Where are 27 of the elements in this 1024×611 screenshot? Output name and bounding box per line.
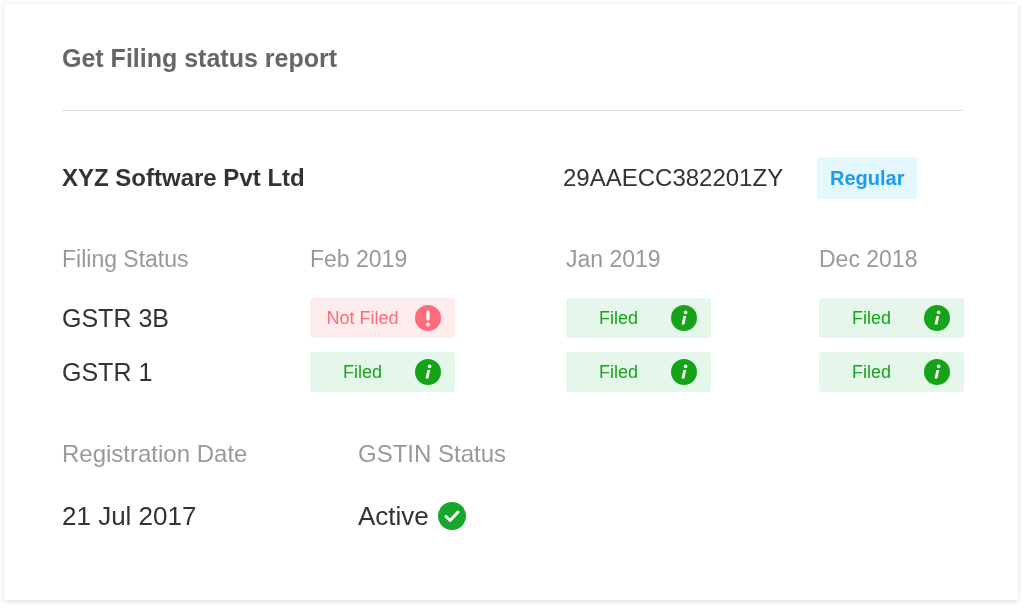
return-name: GSTR 3B <box>62 303 170 333</box>
alert-icon[interactable] <box>415 305 441 331</box>
gstin-number: 29AAECC382201ZY <box>563 164 785 192</box>
column-header: Feb 2019 <box>310 245 409 274</box>
info-icon[interactable] <box>671 305 697 331</box>
info-icon[interactable] <box>671 359 697 385</box>
column-header: Dec 2018 <box>819 245 919 274</box>
detail-value: 21 Jul 2017 <box>62 500 197 532</box>
detail-value: Active <box>358 500 429 532</box>
taxpayer-type-tag: Regular <box>817 157 918 199</box>
detail-label: Registration Date <box>62 439 249 469</box>
detail-label: GSTIN Status <box>358 439 508 469</box>
row-header-label: Filing Status <box>62 245 190 274</box>
filing-status-text: Not Filed <box>325 307 400 329</box>
info-icon[interactable] <box>924 359 950 385</box>
card-title: Get Filing status report <box>62 43 339 74</box>
info-icon[interactable] <box>415 359 441 385</box>
column-header: Jan 2019 <box>566 245 662 274</box>
return-name: GSTR 1 <box>62 357 154 387</box>
filing-status-text: Filed <box>851 307 892 329</box>
check-circle-icon <box>437 502 466 530</box>
filing-status-text: Filed <box>598 307 639 329</box>
info-icon[interactable] <box>924 305 950 331</box>
filing-status-text: Filed <box>342 361 383 383</box>
filing-status-text: Filed <box>851 361 892 383</box>
company-name: XYZ Software Pvt Ltd <box>62 164 306 192</box>
filing-status-text: Filed <box>598 361 639 383</box>
